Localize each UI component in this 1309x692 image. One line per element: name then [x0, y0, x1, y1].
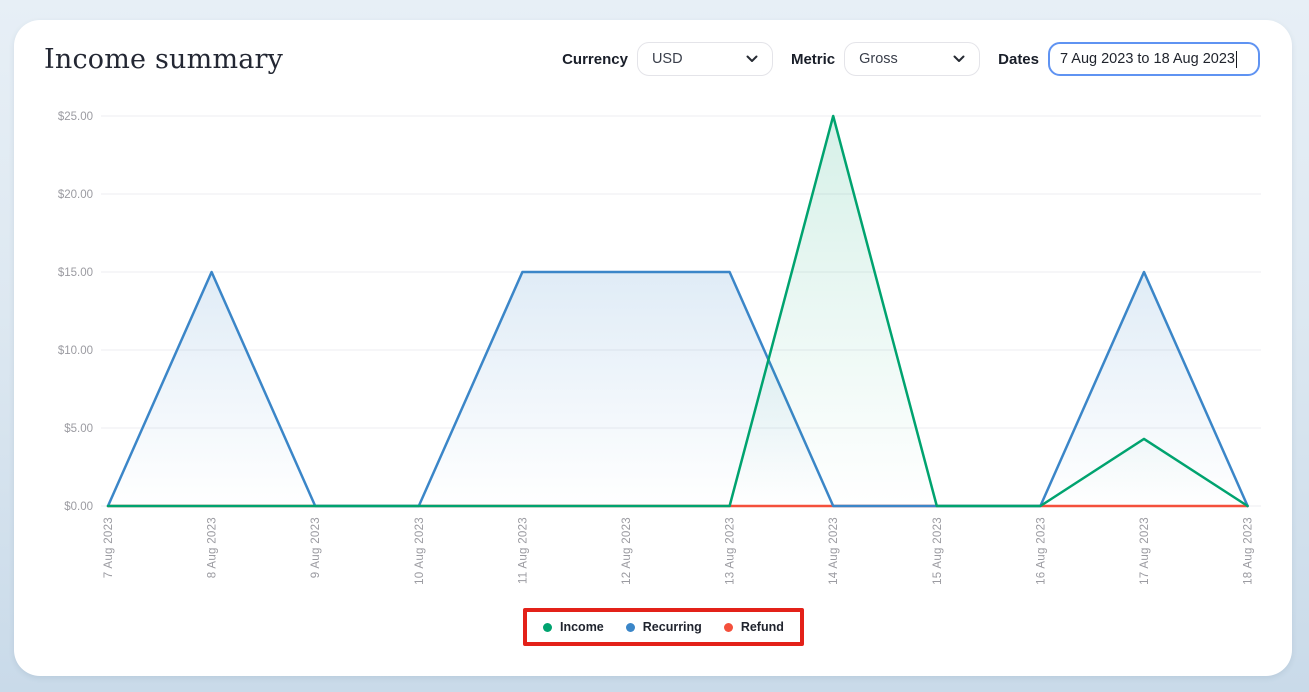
legend-label: Recurring	[642, 620, 702, 634]
chart-controls: Currency USD Metric Gross Dates 7 Aug 20…	[562, 42, 1260, 76]
card-header: Income summary Currency USD Metric Gross	[14, 20, 1292, 76]
chevron-down-icon	[746, 55, 758, 62]
x-axis-label: 17 Aug 2023	[1139, 517, 1151, 585]
x-axis-label: 12 Aug 2023	[621, 517, 633, 585]
x-axis-label: 9 Aug 2023	[310, 517, 322, 578]
text-cursor	[1235, 50, 1238, 68]
x-axis-label: 13 Aug 2023	[725, 517, 737, 585]
legend-highlight-box: Income Recurring Refund	[523, 608, 804, 646]
x-axis-label: 15 Aug 2023	[932, 517, 944, 585]
x-axis-label: 7 Aug 2023	[103, 517, 115, 578]
legend-dot-icon	[625, 622, 635, 632]
legend-item-income[interactable]: Income	[543, 620, 604, 634]
y-axis-label: $10.00	[58, 345, 93, 357]
x-axis-label: 14 Aug 2023	[828, 517, 840, 585]
y-axis-label: $5.00	[64, 423, 93, 435]
metric-label: Metric	[790, 50, 836, 68]
currency-label: Currency	[562, 50, 628, 68]
legend-label: Income	[560, 620, 604, 634]
x-axis-label: 11 Aug 2023	[517, 517, 529, 584]
dates-control: Dates 7 Aug 2023 to 18 Aug 2023	[998, 42, 1260, 76]
legend-label: Refund	[740, 620, 784, 634]
series-recurring	[106, 270, 1249, 508]
dates-label: Dates	[998, 50, 1039, 68]
income-chart: $0.00 $5.00 $10.00 $15.00 $20.00 $25.00 7 Aug …	[58, 111, 1261, 585]
metric-select[interactable]: Gross	[844, 42, 981, 76]
currency-select[interactable]: USD	[636, 42, 773, 76]
x-axis-label: 10 Aug 2023	[414, 517, 426, 585]
legend-item-recurring[interactable]: Recurring	[625, 620, 702, 634]
x-axis-label: 18 Aug 2023	[1243, 517, 1255, 585]
y-axis-label: $15.00	[58, 267, 93, 279]
legend-item-refund[interactable]: Refund	[723, 620, 784, 634]
x-axis-labels: 7 Aug 2023 8 Aug 2023 9 Aug 2023 10 Aug 202…	[103, 517, 1255, 585]
y-axis-label: $20.00	[58, 189, 93, 201]
page-title: Income summary	[44, 43, 284, 75]
dates-value: 7 Aug 2023 to 18 Aug 2023	[1060, 51, 1235, 67]
legend-dot-icon	[543, 622, 552, 632]
x-axis-label: 16 Aug 2023	[1035, 517, 1047, 585]
x-axis-label: 8 Aug 2023	[207, 517, 219, 578]
dates-input[interactable]: 7 Aug 2023 to 18 Aug 2023	[1048, 42, 1260, 76]
metric-value: Gross	[859, 51, 898, 67]
metric-control: Metric Gross	[790, 42, 981, 76]
chevron-down-icon	[953, 55, 965, 62]
legend-dot-icon	[723, 622, 733, 632]
income-summary-card: Income summary Currency USD Metric Gross	[14, 20, 1292, 676]
y-axis-label: $25.00	[58, 111, 93, 123]
y-axis-label: $0.00	[64, 501, 93, 513]
currency-control: Currency USD	[562, 42, 773, 76]
chart-legend: Income Recurring Refund	[527, 612, 800, 642]
currency-value: USD	[651, 51, 683, 67]
